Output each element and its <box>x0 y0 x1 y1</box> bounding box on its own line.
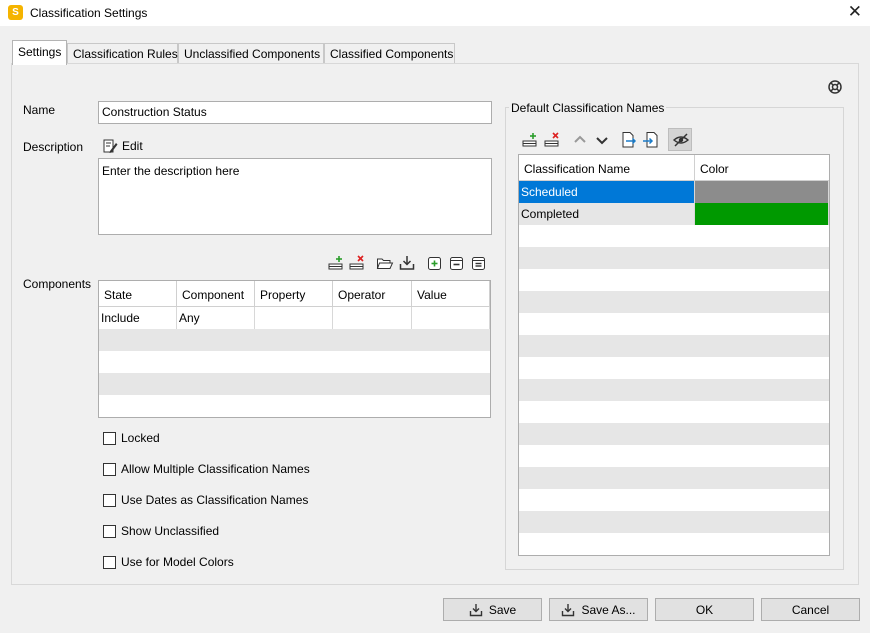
empty-row <box>519 313 829 335</box>
save-button[interactable]: Save <box>443 598 542 621</box>
checkbox-label: Use Dates as Classification Names <box>121 493 309 507</box>
empty-row <box>519 401 829 423</box>
table-cell[interactable] <box>333 307 412 329</box>
table-cell[interactable] <box>255 307 333 329</box>
checkbox-label: Use for Model Colors <box>121 555 234 569</box>
checkbox-box[interactable] <box>103 555 116 569</box>
edit-icon <box>103 139 118 153</box>
model-colors-checkbox[interactable]: Use for Model Colors <box>103 555 234 569</box>
save-as-label: Save As... <box>581 602 636 617</box>
move-up-icon[interactable] <box>571 131 589 149</box>
column-header[interactable]: Value <box>412 281 490 306</box>
close-icon[interactable]: ✕ <box>848 3 862 21</box>
download-icon <box>562 603 575 616</box>
classification-name-cell[interactable]: Scheduled <box>519 181 695 203</box>
empty-row <box>519 379 829 401</box>
save-label: Save <box>488 602 517 617</box>
empty-row <box>99 373 490 395</box>
components-table-header: State Component Property Operator Value <box>99 281 490 307</box>
components-label: Components <box>23 277 92 291</box>
visibility-toggle[interactable] <box>668 128 692 151</box>
table-cell[interactable]: Any <box>177 307 255 329</box>
open-folder-icon[interactable] <box>376 254 394 272</box>
tab-classification-rules[interactable]: Classification Rules <box>67 43 178 64</box>
table-cell[interactable]: Include <box>99 307 177 329</box>
default-names-title: Default Classification Names <box>509 101 667 115</box>
eye-off-icon <box>672 133 690 147</box>
empty-row <box>519 335 829 357</box>
import-icon[interactable] <box>642 131 660 149</box>
tab-settings[interactable]: Settings <box>12 40 67 65</box>
empty-row <box>519 467 829 489</box>
download-icon <box>469 603 483 616</box>
table-row[interactable]: Include Any <box>99 307 490 329</box>
remove-row-icon[interactable] <box>348 254 366 272</box>
table-row[interactable]: Scheduled <box>519 181 829 203</box>
move-down-icon[interactable] <box>593 131 611 149</box>
empty-row <box>519 247 829 269</box>
cancel-button[interactable]: Cancel <box>761 598 860 621</box>
column-header[interactable]: Property <box>255 281 333 306</box>
remove-name-icon[interactable] <box>543 131 561 149</box>
ok-button[interactable]: OK <box>655 598 754 621</box>
title-bar: S Classification Settings ✕ <box>0 0 870 26</box>
name-field[interactable]: Construction Status <box>98 101 492 124</box>
classification-name-cell[interactable]: Completed <box>519 203 695 225</box>
column-header[interactable]: Color <box>695 155 829 180</box>
empty-row <box>519 291 829 313</box>
allow-multiple-checkbox[interactable]: Allow Multiple Classification Names <box>103 462 310 476</box>
components-table[interactable]: State Component Property Operator Value … <box>98 280 491 418</box>
column-header[interactable]: Component <box>177 281 255 306</box>
checkbox-box[interactable] <box>103 493 116 507</box>
add-name-icon[interactable] <box>521 131 539 149</box>
empty-row <box>99 395 490 417</box>
classification-names-header: Classification Name Color <box>519 155 829 181</box>
checkbox-box[interactable] <box>103 524 116 538</box>
empty-row <box>519 489 829 511</box>
color-swatch[interactable] <box>695 203 829 225</box>
expand-all-icon[interactable] <box>426 254 444 272</box>
table-row[interactable]: Completed <box>519 203 829 225</box>
tab-classified-components[interactable]: Classified Components <box>324 43 455 64</box>
save-as-button[interactable]: Save As... <box>549 598 648 621</box>
empty-row <box>519 423 829 445</box>
download-icon[interactable] <box>398 254 416 272</box>
edit-label: Edit <box>122 139 143 153</box>
empty-row <box>519 533 829 555</box>
classification-names-table[interactable]: Classification Name Color Scheduled Comp… <box>518 154 830 556</box>
edit-description-button[interactable]: Edit <box>102 138 143 154</box>
add-row-icon[interactable] <box>327 254 345 272</box>
empty-row <box>519 357 829 379</box>
tab-unclassified-components[interactable]: Unclassified Components <box>178 43 324 64</box>
locked-checkbox[interactable]: Locked <box>103 431 160 445</box>
use-dates-checkbox[interactable]: Use Dates as Classification Names <box>103 493 308 507</box>
table-cell[interactable] <box>412 307 490 329</box>
checkbox-box[interactable] <box>103 431 116 445</box>
empty-row <box>519 269 829 291</box>
column-header[interactable]: Classification Name <box>519 155 695 180</box>
column-header[interactable]: Operator <box>333 281 412 306</box>
show-unclassified-checkbox[interactable]: Show Unclassified <box>103 524 219 538</box>
collapse-all-icon[interactable] <box>448 254 466 272</box>
app-icon: S <box>8 5 23 20</box>
checkbox-label: Allow Multiple Classification Names <box>121 462 310 476</box>
help-icon[interactable] <box>827 79 843 95</box>
empty-row <box>519 445 829 467</box>
name-label: Name <box>23 103 56 117</box>
empty-row <box>519 225 829 247</box>
description-label: Description <box>23 140 84 154</box>
empty-row <box>99 329 490 351</box>
checkbox-box[interactable] <box>103 462 116 476</box>
checkbox-label: Locked <box>121 431 160 445</box>
checkbox-label: Show Unclassified <box>121 524 220 538</box>
empty-row <box>99 351 490 373</box>
export-icon[interactable] <box>620 131 638 149</box>
empty-row <box>519 511 829 533</box>
description-field[interactable]: Enter the description here <box>98 158 492 235</box>
column-header[interactable]: State <box>99 281 177 306</box>
color-swatch[interactable] <box>695 181 829 203</box>
align-icon[interactable] <box>470 254 488 272</box>
window-title: Classification Settings <box>30 6 148 20</box>
